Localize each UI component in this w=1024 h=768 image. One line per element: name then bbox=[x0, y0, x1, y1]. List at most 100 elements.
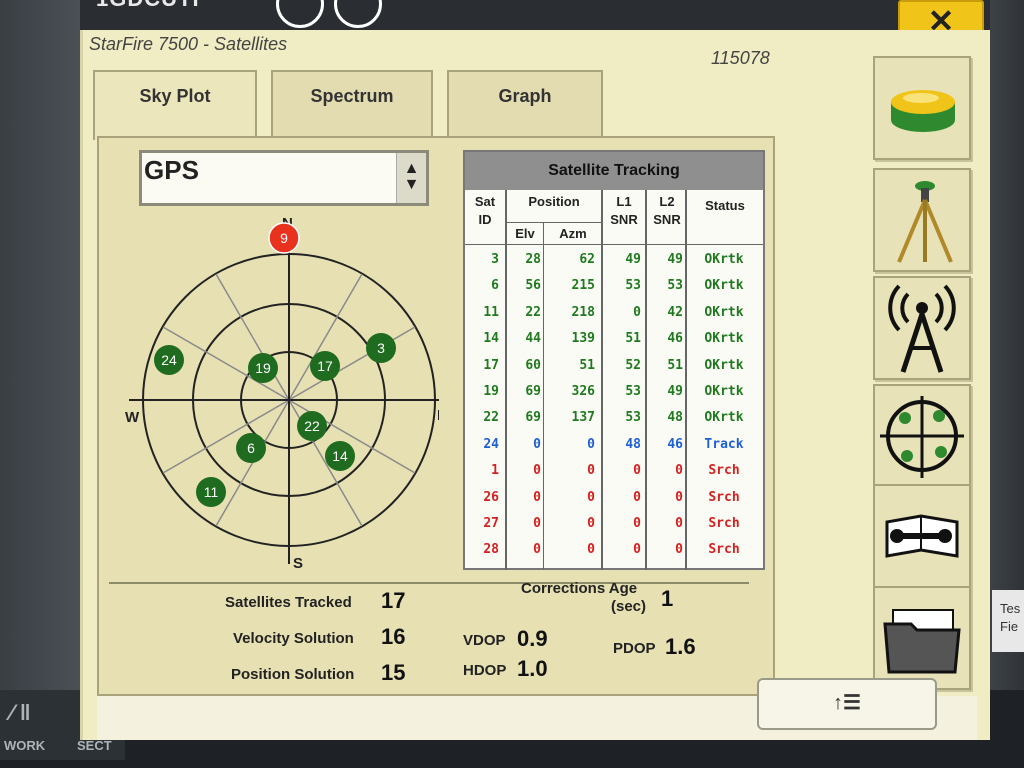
cell-status: Srch bbox=[708, 489, 740, 505]
satellite-19[interactable]: 19 bbox=[248, 353, 278, 383]
sky-plot-panel: GPS ▲ ▼ S W 9 24 19 17 3 22 6 14 11 Sate… bbox=[97, 136, 775, 696]
constellation-select[interactable]: GPS ▲ ▼ bbox=[139, 150, 429, 206]
cell-id: 14 bbox=[483, 331, 499, 347]
compass-w: W bbox=[125, 409, 140, 426]
cell-l2: 53 bbox=[667, 278, 683, 294]
table-row: 1 0 0 0 0 Srch bbox=[465, 463, 763, 489]
table-row: 11 22 218 0 42 OKrtk bbox=[465, 305, 763, 331]
col-azm: Azm bbox=[559, 226, 587, 241]
table-row: 3 28 62 49 49 OKrtk bbox=[465, 252, 763, 278]
compass-s: S bbox=[293, 555, 303, 572]
position-solution-value: 15 bbox=[381, 660, 406, 685]
cell-status: Srch bbox=[708, 516, 740, 531]
cell-status: OKrtk bbox=[704, 331, 744, 347]
receiver-button[interactable] bbox=[873, 56, 971, 160]
satellite-label: 9 bbox=[280, 230, 288, 246]
list-view-button[interactable]: ↑☰ bbox=[757, 678, 937, 730]
cell-l2: 51 bbox=[667, 357, 683, 373]
cell-id: 26 bbox=[483, 489, 499, 505]
sky-plot: N S E W 9 24 19 17 bbox=[119, 208, 449, 578]
pdop-value: 1.6 bbox=[665, 634, 696, 659]
satellite-17[interactable]: 17 bbox=[310, 351, 340, 381]
cell-elv: 0 bbox=[533, 489, 541, 505]
cell-azm: 137 bbox=[571, 410, 595, 426]
tab-spectrum[interactable]: Spectrum bbox=[271, 70, 433, 136]
cell-elv: 22 bbox=[525, 304, 541, 320]
table-row: 28 0 0 0 0 Srch bbox=[465, 542, 763, 568]
cell-l2: 0 bbox=[675, 516, 683, 531]
diagnostics-button[interactable] bbox=[873, 484, 971, 588]
satellite-3[interactable]: 3 bbox=[366, 333, 396, 363]
table-row: 6 56 215 53 53 OKrtk bbox=[465, 278, 763, 304]
cell-status: OKrtk bbox=[704, 252, 744, 267]
cell-elv: 0 bbox=[533, 463, 541, 479]
col-l1: L1 bbox=[616, 194, 632, 209]
folder-icon bbox=[883, 609, 961, 674]
hdop-label: HDOP bbox=[463, 662, 507, 679]
cell-l2: 46 bbox=[667, 436, 683, 452]
col-id: ID bbox=[478, 212, 492, 227]
tripod-button[interactable] bbox=[873, 168, 971, 272]
tab-graph[interactable]: Graph bbox=[447, 70, 603, 136]
cell-elv: 69 bbox=[525, 384, 541, 399]
receiver-icon bbox=[891, 90, 955, 132]
help-icon[interactable] bbox=[334, 0, 382, 28]
cell-azm: 51 bbox=[579, 357, 595, 373]
radio-tower-button[interactable] bbox=[873, 276, 971, 380]
satellite-view-button[interactable] bbox=[873, 384, 971, 488]
cell-azm: 0 bbox=[587, 463, 595, 479]
cell-azm: 0 bbox=[587, 542, 595, 558]
cell-id: 6 bbox=[491, 278, 499, 294]
peek-line-2: Fie bbox=[1000, 619, 1019, 634]
radio-tower-icon bbox=[888, 284, 956, 373]
cell-l2: 49 bbox=[667, 384, 683, 399]
satellite-9[interactable]: 9 bbox=[268, 222, 300, 254]
satellite-label: 17 bbox=[317, 358, 333, 374]
cell-azm: 0 bbox=[587, 516, 595, 531]
table-row: 19 69 326 53 49 OKrtk bbox=[465, 384, 763, 410]
cell-id: 27 bbox=[483, 516, 499, 531]
satellite-24[interactable]: 24 bbox=[154, 345, 184, 375]
satellite-tracking-table: Satellite Tracking Sat ID Position Elv A… bbox=[463, 150, 765, 570]
peek-line-1: Tes bbox=[1000, 601, 1021, 616]
cell-elv: 60 bbox=[525, 357, 541, 373]
crosshair-satellite-icon bbox=[880, 396, 964, 478]
satellite-11[interactable]: 11 bbox=[196, 477, 226, 507]
top-bar: 1GDCUTI bbox=[80, 0, 990, 30]
work-label: WORK bbox=[4, 738, 46, 753]
satellite-14[interactable]: 14 bbox=[325, 441, 355, 471]
position-solution-label: Position Solution bbox=[231, 666, 355, 683]
info-icon[interactable] bbox=[276, 0, 324, 28]
corrections-age-label: Corrections Age bbox=[521, 580, 638, 597]
screen-bezel-right bbox=[990, 0, 1024, 768]
select-arrows-icon: ▲ ▼ bbox=[396, 153, 426, 203]
cell-status: Srch bbox=[708, 542, 740, 558]
cell-azm: 218 bbox=[571, 304, 595, 320]
cell-status: Srch bbox=[708, 463, 740, 479]
cell-elv: 0 bbox=[533, 542, 541, 558]
cell-azm: 139 bbox=[571, 331, 595, 347]
col-elv: Elv bbox=[515, 226, 535, 241]
tab-sky-plot[interactable]: Sky Plot bbox=[93, 70, 257, 140]
satellite-22[interactable]: 22 bbox=[297, 411, 327, 441]
satellite-label: 11 bbox=[204, 484, 219, 500]
pause-icon: ⁄ ‖ bbox=[10, 700, 31, 725]
cell-l1: 53 bbox=[625, 410, 641, 426]
solution-stats: Satellites Tracked 17 Velocity Solution … bbox=[113, 572, 757, 692]
table-row: 26 0 0 0 0 Srch bbox=[465, 490, 763, 516]
cell-l1: 52 bbox=[625, 357, 641, 373]
cell-id: 11 bbox=[483, 304, 499, 320]
satellite-label: 22 bbox=[304, 418, 320, 434]
satellite-6[interactable]: 6 bbox=[236, 433, 266, 463]
cell-l2: 0 bbox=[675, 489, 683, 505]
cell-status: OKrtk bbox=[704, 278, 744, 294]
cell-status: Track bbox=[704, 436, 744, 452]
vdop-label: VDOP bbox=[463, 632, 506, 649]
table-row: 17 60 51 52 51 OKrtk bbox=[465, 358, 763, 384]
work-button[interactable]: ⁄ ‖ WORK bbox=[0, 690, 75, 760]
window-title: StarFire 7500 - Satellites bbox=[89, 34, 288, 54]
table-title: Satellite Tracking bbox=[465, 152, 763, 190]
cell-l1: 0 bbox=[633, 489, 641, 505]
files-button[interactable] bbox=[873, 586, 971, 690]
list-sort-icon: ↑☰ bbox=[833, 692, 861, 714]
